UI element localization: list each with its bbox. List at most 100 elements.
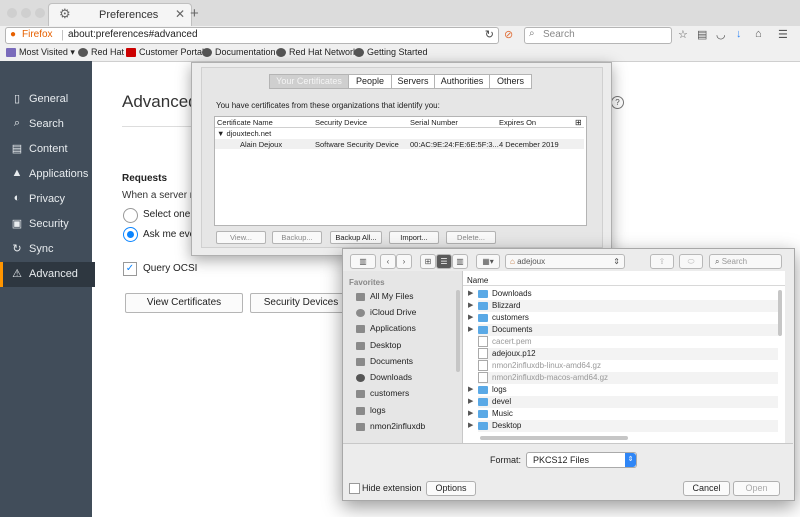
sidebar-scrollbar[interactable]	[456, 290, 460, 372]
column-picker-icon[interactable]: ⊞	[575, 118, 582, 127]
disclosure-triangle-icon[interactable]: ▶	[468, 408, 473, 420]
pocket-icon[interactable]: ◡	[716, 28, 726, 41]
disclosure-triangle-icon[interactable]: ▶	[468, 384, 473, 396]
column-security-device[interactable]: Security Device	[315, 118, 367, 127]
file-row-logs[interactable]: ▶ logs	[468, 384, 778, 396]
tab-preferences[interactable]: ⚙ Preferences ✕	[48, 3, 192, 27]
bookmark-star-icon[interactable]: ☆	[678, 28, 688, 41]
sidebar-item-sync[interactable]: ↻ Sync	[0, 237, 92, 262]
ask-every-time-radio[interactable]	[123, 227, 138, 242]
window-zoom-button[interactable]	[35, 8, 45, 18]
options-button[interactable]: Options	[426, 481, 476, 496]
sidebar-item-applications[interactable]: ▲ Applications	[0, 162, 92, 187]
file-search-field[interactable]: ⌕ Search	[709, 254, 782, 269]
cancel-button[interactable]: Cancel	[683, 481, 730, 496]
share-button[interactable]: ⇪	[650, 254, 674, 269]
backup-button[interactable]: Backup...	[272, 231, 322, 244]
open-button[interactable]: Open	[733, 481, 780, 496]
favorite-desktop[interactable]: Desktop	[356, 340, 401, 350]
import-button[interactable]: Import...	[389, 231, 439, 244]
view-button[interactable]: View...	[216, 231, 266, 244]
favorite-all-my-files[interactable]: All My Files	[356, 291, 413, 301]
search-box[interactable]: ⌕ Search	[524, 27, 672, 44]
reload-icon[interactable]: ↻	[485, 28, 494, 41]
file-row-blizzard[interactable]: ▶ Blizzard	[468, 300, 778, 312]
help-icon[interactable]: ?	[611, 96, 624, 109]
bookmark-most-visited[interactable]: Most Visited ▾	[6, 47, 75, 58]
sidebar-item-content[interactable]: ▤ Content	[0, 137, 92, 162]
forward-button[interactable]: ›	[396, 254, 412, 269]
view-certificates-button[interactable]: View Certificates	[125, 293, 243, 313]
download-icon[interactable]: ↓	[736, 28, 742, 40]
favorite-documents[interactable]: Documents	[356, 356, 413, 366]
security-devices-button[interactable]: Security Devices	[250, 293, 352, 313]
backup-all-button[interactable]: Backup All...	[330, 231, 382, 244]
bookmark-red-hat[interactable]: Red Hat	[78, 47, 124, 58]
column-view-button[interactable]: ▥	[452, 254, 468, 269]
tab-your-certificates[interactable]: Your Certificates	[269, 74, 349, 89]
menu-icon[interactable]: ☰	[778, 28, 788, 41]
disclosure-triangle-icon[interactable]: ▶	[468, 420, 473, 432]
favorite-customers[interactable]: customers	[356, 388, 409, 398]
sidebar-item-search[interactable]: ⌕ Search	[0, 112, 92, 137]
new-tab-button[interactable]: +	[190, 5, 199, 22]
bookmark-getting-started[interactable]: Getting Started	[354, 47, 428, 58]
favorite-nmon2influxdb[interactable]: nmon2influxdb	[356, 421, 425, 431]
favorite-logs[interactable]: logs	[356, 405, 386, 415]
back-button[interactable]: ‹	[380, 254, 396, 269]
file-row-downloads[interactable]: ▶ Downloads	[468, 288, 778, 300]
table-row-group[interactable]: ▼ djouxtech.net	[217, 129, 271, 138]
bookmark-red-hat-network[interactable]: Red Hat Network	[276, 47, 358, 58]
sidebar-item-advanced[interactable]: ⚠ Advanced	[0, 262, 95, 287]
icon-view-button[interactable]: ⊞	[420, 254, 436, 269]
column-serial-number[interactable]: Serial Number	[410, 118, 458, 127]
bookmark-customer-portal[interactable]: Customer Portal	[126, 47, 204, 58]
sidebar-toggle-button[interactable]: ▥	[350, 254, 376, 269]
column-certificate-name[interactable]: Certificate Name	[217, 118, 273, 127]
home-icon[interactable]: ⌂	[755, 28, 762, 40]
hide-extension-checkbox[interactable]	[349, 483, 360, 494]
ocsp-checkbox[interactable]: ✓	[123, 262, 137, 276]
favorite-downloads[interactable]: Downloads	[356, 372, 412, 382]
select-automatically-radio[interactable]	[123, 208, 138, 223]
bookmark-documentation[interactable]: Documentation	[202, 47, 276, 58]
file-row-customers[interactable]: ▶ customers	[468, 312, 778, 324]
url-text[interactable]: about:preferences#advanced	[68, 29, 198, 40]
delete-button[interactable]: Delete...	[446, 231, 496, 244]
favorite-icloud-drive[interactable]: iCloud Drive	[356, 307, 416, 317]
file-row-adejoux-p12[interactable]: adejoux.p12	[478, 348, 778, 360]
file-list-horizontal-scrollbar[interactable]	[480, 436, 628, 440]
url-bar[interactable]: ● Firefox | about:preferences#advanced ↻	[5, 27, 499, 44]
file-row-desktop[interactable]: ▶ Desktop	[468, 420, 778, 432]
disclosure-triangle-icon[interactable]: ▶	[468, 312, 473, 324]
extension-icon[interactable]: ⊘	[504, 28, 513, 41]
format-select[interactable]: PKCS12 Files ⇕	[526, 452, 637, 468]
favorite-applications[interactable]: Applications	[356, 323, 416, 333]
tab-people[interactable]: People	[348, 74, 392, 89]
close-tab-icon[interactable]: ✕	[175, 7, 185, 21]
file-row-devel[interactable]: ▶ devel	[468, 396, 778, 408]
tab-servers[interactable]: Servers	[391, 74, 435, 89]
disclosure-triangle-icon[interactable]: ▶	[468, 324, 473, 336]
disclosure-triangle-icon[interactable]: ▶	[468, 300, 473, 312]
disclosure-triangle-icon[interactable]: ▶	[468, 396, 473, 408]
file-list-vertical-scrollbar[interactable]	[778, 290, 782, 336]
file-row-documents[interactable]: ▶ Documents	[468, 324, 778, 336]
reading-list-icon[interactable]: ▤	[697, 28, 707, 41]
location-popup[interactable]: ⌂ adejoux ⇕	[505, 254, 625, 269]
file-row-music[interactable]: ▶ Music	[468, 408, 778, 420]
disclosure-triangle-icon[interactable]: ▶	[468, 288, 473, 300]
tab-authorities[interactable]: Authorities	[434, 74, 490, 89]
tab-others[interactable]: Others	[489, 74, 532, 89]
sidebar-item-privacy[interactable]: ◐ Privacy	[0, 187, 92, 212]
sidebar-item-security[interactable]: ▣ Security	[0, 212, 92, 237]
column-name[interactable]: Name	[467, 276, 488, 285]
disclosure-triangle-icon[interactable]: ▼	[217, 129, 224, 138]
sidebar-item-general[interactable]: ▯ General	[0, 87, 92, 112]
column-expires-on[interactable]: Expires On	[499, 118, 536, 127]
tags-button[interactable]: ⬭	[679, 254, 703, 269]
group-by-button[interactable]: ▦▾	[476, 254, 500, 269]
window-close-button[interactable]	[7, 8, 17, 18]
window-minimize-button[interactable]	[21, 8, 31, 18]
list-view-button[interactable]: ☰	[436, 254, 452, 269]
